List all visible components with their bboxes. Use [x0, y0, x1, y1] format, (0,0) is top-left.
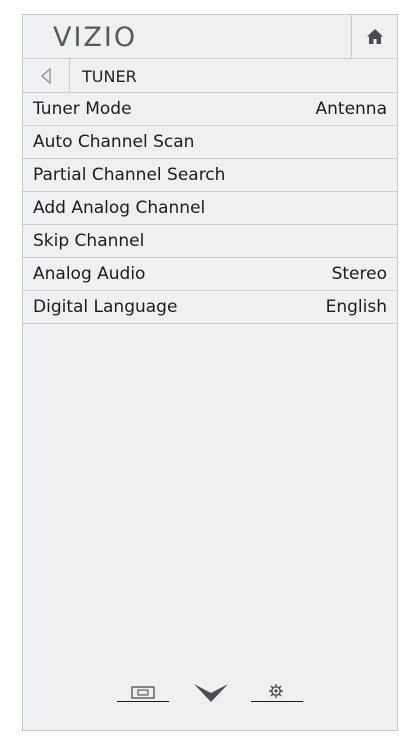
menu-item-add-analog-channel[interactable]: Add Analog Channel	[23, 192, 397, 225]
menu-item-label: Analog Audio	[33, 264, 146, 284]
menu-item-label: Digital Language	[33, 297, 178, 317]
vizio-v-icon[interactable]	[193, 682, 229, 704]
menu-item-label: Tuner Mode	[33, 99, 132, 119]
menu-item-partial-channel-search[interactable]: Partial Channel Search	[23, 159, 397, 192]
back-arrow-icon	[41, 67, 51, 84]
menu-item-label: Add Analog Channel	[33, 198, 206, 218]
back-button[interactable]	[23, 59, 70, 92]
panel-header: VIZIO	[23, 15, 397, 59]
menu-item-value: Stereo	[331, 264, 387, 284]
menu-item-tuner-mode[interactable]: Tuner Mode Antenna	[23, 93, 397, 126]
menu-item-label: Skip Channel	[33, 231, 145, 251]
breadcrumb-title: TUNER	[82, 67, 137, 86]
menu-item-label: Auto Channel Scan	[33, 132, 195, 152]
home-button[interactable]	[351, 15, 397, 58]
settings-gear-icon[interactable]	[268, 683, 284, 699]
menu-item-value: Antenna	[315, 99, 388, 119]
footer-underline	[117, 701, 169, 702]
footer-nav	[117, 681, 303, 709]
footer-underline	[251, 701, 303, 702]
menu-item-skip-channel[interactable]: Skip Channel	[23, 225, 397, 258]
breadcrumb: TUNER	[23, 59, 397, 93]
wide-screen-icon[interactable]	[131, 686, 155, 699]
menu-item-label: Partial Channel Search	[33, 165, 226, 185]
menu-item-digital-language[interactable]: Digital Language English	[23, 291, 397, 324]
menu-item-analog-audio[interactable]: Analog Audio Stereo	[23, 258, 397, 291]
tuner-menu: Tuner Mode Antenna Auto Channel Scan Par…	[23, 93, 397, 324]
vizio-logo: VIZIO	[53, 22, 138, 53]
menu-item-auto-channel-scan[interactable]: Auto Channel Scan	[23, 126, 397, 159]
menu-item-value: English	[325, 297, 387, 317]
home-icon	[366, 29, 383, 44]
settings-panel: VIZIO TUNER Tuner Mode Antenna Auto Chan…	[22, 14, 398, 731]
